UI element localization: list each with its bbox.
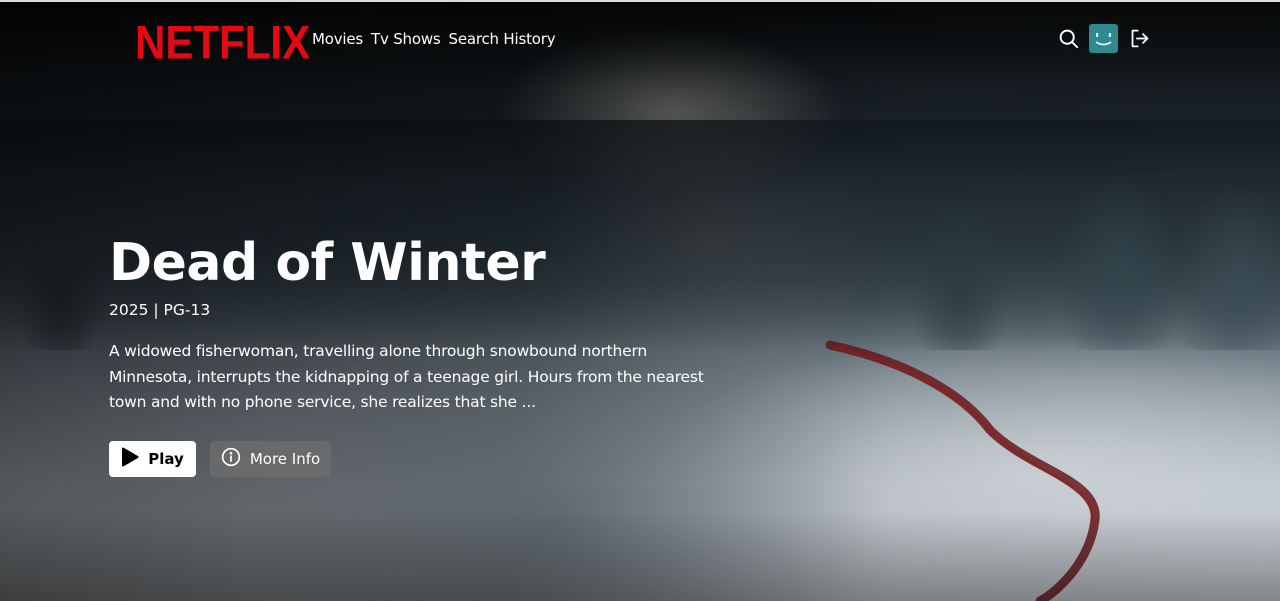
more-info-button-label: More Info xyxy=(249,449,321,468)
hero-description: A widowed fisherwoman, travelling alone … xyxy=(109,342,704,411)
info-icon xyxy=(221,447,241,471)
more-info-button[interactable]: More Info xyxy=(210,440,331,477)
nav-link-search-history[interactable]: Search History xyxy=(449,30,556,48)
play-button-label: Play xyxy=(148,449,184,468)
hero-meta: 2025 | PG-13 xyxy=(109,301,211,319)
hero-actions: Play More Info xyxy=(109,440,729,477)
hero-title: Dead of Winter xyxy=(109,233,546,293)
logout-icon[interactable] xyxy=(1128,28,1150,50)
avatar[interactable] xyxy=(1089,24,1118,53)
play-icon xyxy=(121,447,139,471)
nav-link-movies[interactable]: Movies xyxy=(312,30,363,48)
search-icon[interactable] xyxy=(1057,28,1079,50)
nav-link-tv-shows[interactable]: Tv Shows xyxy=(371,30,441,48)
navbar: NETFLIX Movies Tv Shows Search History xyxy=(0,2,1280,74)
netflix-home-page: NETFLIX Movies Tv Shows Search History D… xyxy=(0,0,1280,601)
play-button[interactable]: Play xyxy=(109,440,196,477)
nav-links: Movies Tv Shows Search History xyxy=(312,30,556,48)
hero-content: Dead of Winter 2025 | PG-13 A widowed fi… xyxy=(109,232,729,477)
nav-actions xyxy=(1057,24,1150,53)
netflix-logo[interactable]: NETFLIX xyxy=(135,16,310,70)
